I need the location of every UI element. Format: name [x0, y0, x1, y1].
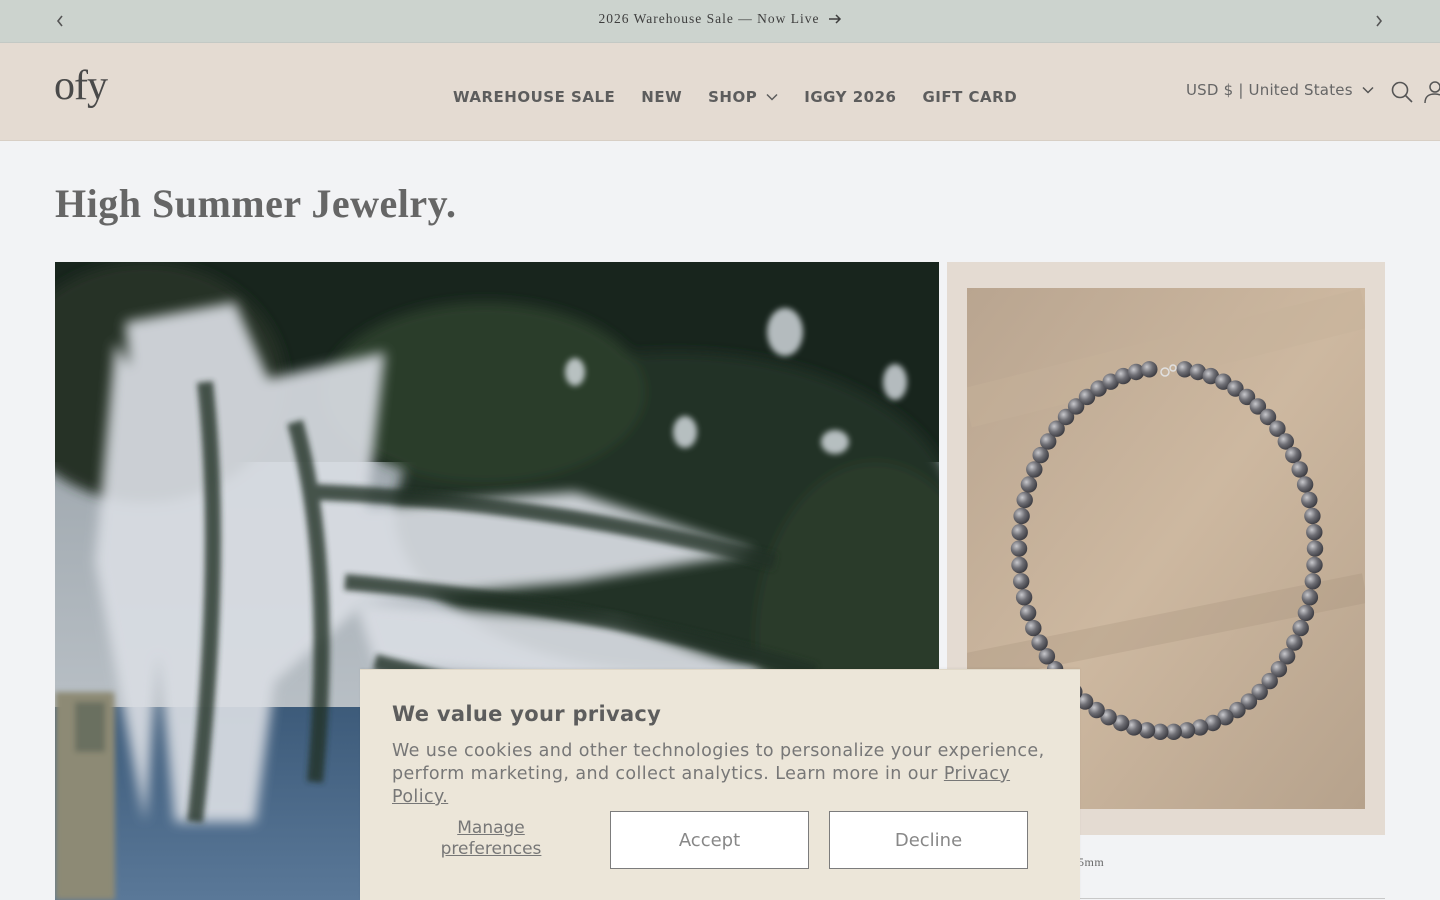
pearl — [1016, 491, 1033, 509]
announcement-bar: 2026 Warehouse Sale — Now Live — [0, 0, 1440, 43]
pearl — [1292, 619, 1309, 637]
pearl — [1020, 476, 1038, 493]
manage-preferences-link[interactable]: Manage preferences — [420, 818, 562, 860]
pearl — [1297, 604, 1315, 622]
pearl — [1306, 556, 1323, 574]
announcement-message[interactable]: 2026 Warehouse Sale — Now Live — [0, 11, 1440, 27]
pearl — [1011, 556, 1028, 574]
pearl — [1304, 573, 1321, 590]
pearl — [1013, 573, 1030, 590]
nav-item-warehouse-sale[interactable]: WAREHOUSE SALE — [453, 88, 615, 106]
chevron-down-icon — [1362, 86, 1374, 94]
site-header: ofy WAREHOUSE SALE NEW SHOP IGGY 2026 GI… — [0, 43, 1440, 141]
decline-button[interactable]: Decline — [829, 811, 1028, 869]
pearl — [1031, 634, 1048, 651]
chevron-down-icon — [766, 93, 778, 101]
nav-item-gift-card[interactable]: GIFT CARD — [922, 88, 1017, 106]
cookie-banner: We value your privacy We use cookies and… — [360, 669, 1080, 900]
pearl — [1301, 589, 1319, 606]
pearl — [1026, 461, 1043, 478]
pearl — [1011, 524, 1028, 541]
pearl — [1291, 461, 1308, 478]
pearl — [1306, 540, 1324, 557]
logo[interactable]: ofy — [54, 65, 108, 107]
pearl — [1301, 491, 1318, 509]
locale-selector[interactable]: USD $ | United States — [1186, 81, 1374, 99]
nav-item-shop[interactable]: SHOP — [708, 88, 778, 106]
page-title: High Summer Jewelry. — [55, 181, 457, 226]
pearl — [1013, 507, 1030, 525]
arrow-right-icon — [828, 14, 841, 24]
pearl — [1010, 540, 1028, 557]
pearl — [1304, 507, 1321, 525]
pearl — [1015, 589, 1033, 606]
pearl — [1019, 604, 1037, 622]
cookie-body: We use cookies and other technologies to… — [392, 740, 1062, 809]
pearl — [1285, 446, 1302, 464]
pearl — [1296, 476, 1314, 493]
product-caption: 5mm — [1078, 855, 1105, 869]
main-nav: WAREHOUSE SALE NEW SHOP IGGY 2026 GIFT C… — [453, 88, 1017, 106]
pearl — [1141, 361, 1158, 378]
announcement-text[interactable]: 2026 Warehouse Sale — Now Live — [599, 11, 820, 26]
pearl — [1306, 524, 1323, 541]
account-icon[interactable] — [1424, 80, 1440, 104]
cookie-title: We value your privacy — [392, 702, 662, 726]
search-icon[interactable] — [1390, 80, 1414, 104]
nav-item-iggy-2026[interactable]: IGGY 2026 — [804, 88, 896, 106]
nav-item-new[interactable]: NEW — [641, 88, 682, 106]
locale-label: USD $ | United States — [1186, 81, 1353, 99]
accept-button[interactable]: Accept — [610, 811, 809, 869]
pearl — [1025, 619, 1042, 637]
chevron-right-icon — [1376, 15, 1383, 27]
announcement-next-button[interactable] — [1368, 10, 1390, 32]
